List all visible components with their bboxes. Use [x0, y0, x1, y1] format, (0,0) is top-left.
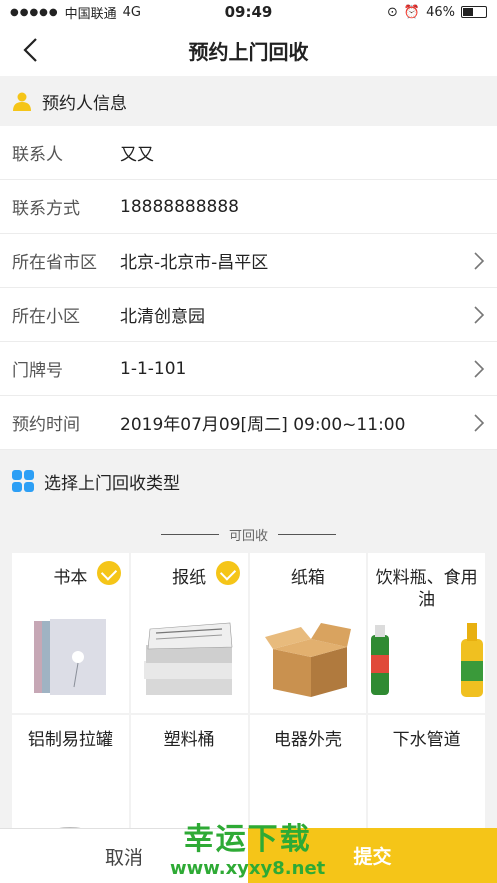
form-label: 联系人 [12, 145, 63, 165]
cardboard-box-icon [264, 623, 351, 697]
form-row-region[interactable]: 所在省市区 北京-北京市-昌平区 [0, 234, 497, 288]
book-icon [34, 619, 107, 695]
item-label: 塑料桶 [163, 730, 215, 750]
bottom-action-bar: 取消 提交 [0, 828, 497, 883]
form-label: 所在省市区 [12, 253, 97, 273]
item-label: 铝制易拉罐 [27, 730, 113, 750]
item-card-cardboard[interactable]: 纸箱 [249, 553, 367, 713]
item-label: 饮料瓶、食用油 [375, 568, 478, 610]
person-icon [13, 92, 31, 111]
back-arrow-icon[interactable] [18, 36, 46, 64]
form-label: 预约时间 [12, 415, 80, 435]
checkmark-icon [215, 561, 240, 585]
checkmark-icon [96, 561, 121, 585]
cancel-button[interactable]: 取消 [0, 828, 248, 883]
battery-icon [461, 6, 487, 18]
chevron-right-icon [474, 414, 485, 432]
type-section-title: 选择上门回收类型 [44, 473, 180, 494]
form-value: 1-1-101 [120, 358, 187, 379]
status-bar: ●●●●● 中国联通 4G 09:49 ⊙ ⏰ 46% [0, 0, 497, 24]
form-value: 北京-北京市-昌平区 [120, 253, 269, 273]
item-card-books[interactable]: 书本 [12, 553, 129, 713]
recycle-type-grid: 书本 报纸 纸箱 饮料瓶、食用油 铝制易拉罐 塑料桶 电器外壳 下水管道 [12, 553, 485, 875]
form-value[interactable]: 18888888888 [120, 197, 485, 217]
newspaper-icon [144, 622, 233, 695]
grid-icon [12, 470, 34, 492]
item-label: 纸箱 [290, 568, 325, 588]
status-left: ●●●●● 中国联通 4G [10, 3, 141, 22]
form-row-appointment-time[interactable]: 预约时间 2019年07月09[周二] 09:00~11:00 [0, 396, 497, 450]
contact-section-title: 预约人信息 [42, 93, 127, 114]
form-row-contact[interactable]: 联系人 又又 [0, 126, 497, 180]
chevron-right-icon [474, 306, 485, 324]
form-label: 联系方式 [12, 199, 80, 219]
item-label: 下水管道 [392, 730, 461, 750]
page-title: 预约上门回收 [188, 39, 309, 64]
battery-fill [463, 8, 473, 16]
contact-form: 联系人 又又 联系方式 18888888888 所在省市区 北京-北京市-昌平区… [0, 126, 497, 450]
chevron-right-icon [474, 360, 485, 378]
chevron-right-icon [474, 252, 485, 270]
battery-percent: 46% [426, 4, 455, 20]
recyclable-divider: 可回收 [0, 512, 497, 556]
form-label: 所在小区 [12, 307, 80, 327]
recyclable-label: 可回收 [228, 528, 268, 544]
form-value: 2019年07月09[周二] 09:00~11:00 [120, 415, 406, 435]
nav-bar: 预约上门回收 [0, 24, 497, 76]
status-right: ⊙ ⏰ 46% [387, 5, 487, 20]
form-row-phone[interactable]: 联系方式 18888888888 [0, 180, 497, 234]
signal-icon: ●●●●● [10, 6, 59, 18]
form-row-community[interactable]: 所在小区 北清创意园 [0, 288, 497, 342]
item-card-newspaper[interactable]: 报纸 [130, 553, 248, 713]
item-card-bottles-oil[interactable]: 饮料瓶、食用油 [368, 553, 485, 713]
form-value[interactable]: 又又 [120, 140, 485, 165]
alarm-icon: ⏰ [403, 4, 421, 20]
carrier-name: 中国联通 [64, 6, 117, 22]
bottles-icon [370, 623, 483, 697]
type-section-header: 选择上门回收类型 [0, 450, 497, 512]
form-row-door-number[interactable]: 门牌号 1-1-101 [0, 342, 497, 396]
status-time: 09:49 [224, 3, 273, 21]
form-value: 北清创意园 [120, 307, 205, 327]
divider-line [160, 533, 219, 535]
form-label: 门牌号 [12, 361, 63, 381]
network-type: 4G [122, 4, 142, 20]
submit-button[interactable]: 提交 [248, 828, 497, 883]
contact-section-header: 预约人信息 [0, 76, 497, 126]
divider-line [278, 533, 336, 535]
item-label: 电器外壳 [273, 730, 342, 750]
rotation-lock-icon: ⊙ [387, 4, 398, 20]
